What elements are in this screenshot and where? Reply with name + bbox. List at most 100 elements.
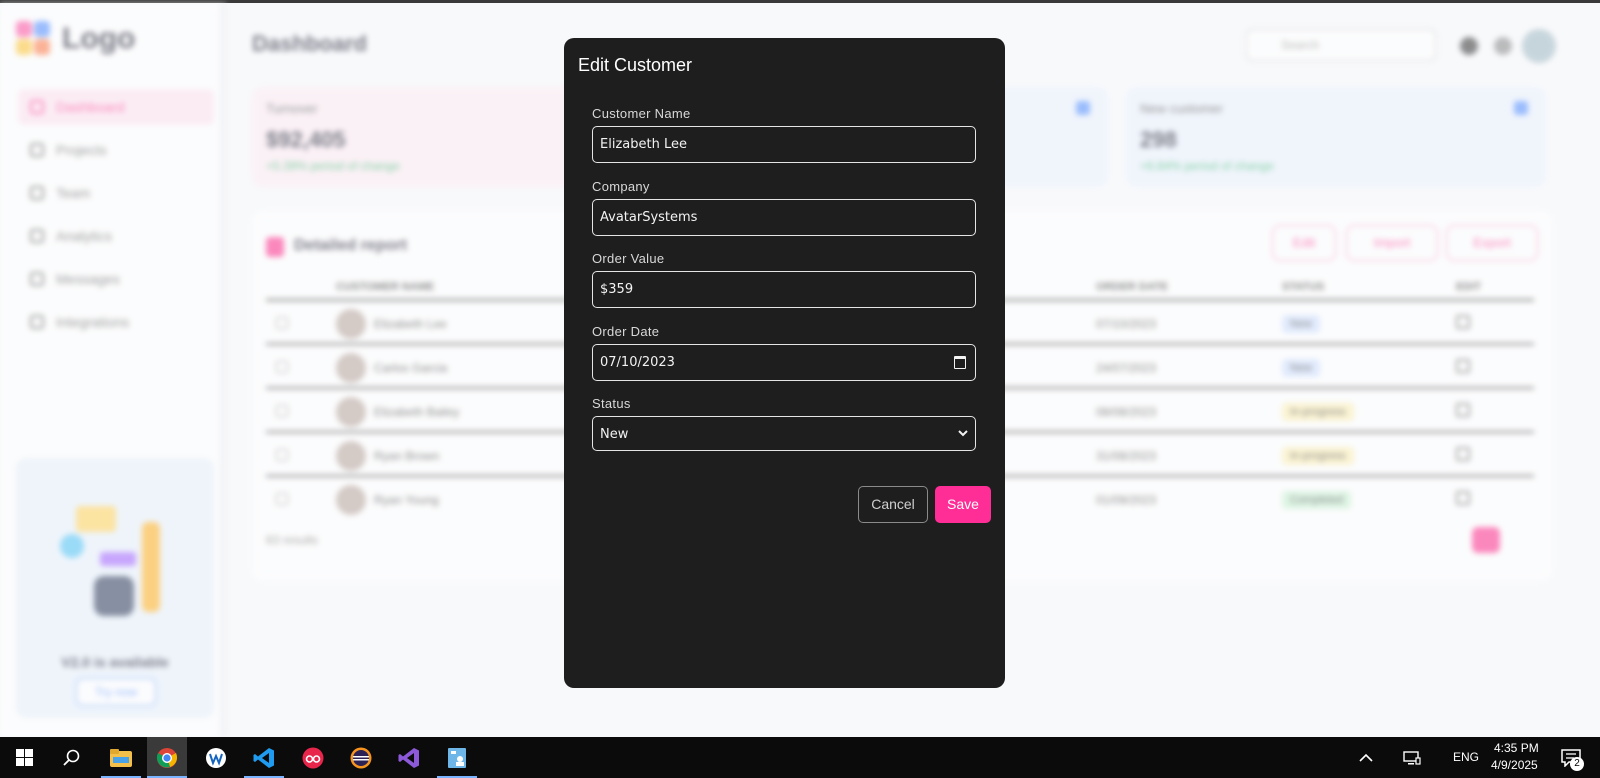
cancel-button[interactable]: Cancel bbox=[858, 486, 928, 523]
sidebar-item-messages[interactable]: Messages bbox=[18, 261, 214, 297]
stat-value: $92,405 bbox=[266, 127, 346, 152]
edit-button[interactable]: Edit bbox=[1272, 225, 1336, 261]
integrations-icon bbox=[30, 315, 44, 329]
dialog-title: Edit Customer bbox=[578, 55, 693, 75]
order-date: 01/09/2023 bbox=[1096, 493, 1157, 507]
edit-icon[interactable] bbox=[1456, 315, 1470, 329]
company-field[interactable]: AvatarSystems bbox=[592, 199, 976, 236]
sidebar-item-label: Projects bbox=[56, 142, 107, 158]
network-icon[interactable] bbox=[1392, 737, 1432, 778]
stat-value: 298 bbox=[1140, 127, 1177, 152]
sidebar-item-label: Dashboard bbox=[56, 99, 125, 115]
notification-center-icon[interactable] bbox=[1551, 737, 1591, 778]
chevron-up-icon[interactable] bbox=[1346, 737, 1386, 778]
sidebar-item-label: Analytics bbox=[56, 228, 113, 244]
avatar bbox=[336, 353, 366, 383]
edit-icon[interactable] bbox=[1456, 403, 1470, 417]
folder-icon bbox=[30, 143, 44, 157]
avatar[interactable] bbox=[1522, 29, 1556, 63]
message-icon bbox=[30, 272, 44, 286]
edit-customer-dialog: Edit Customer Customer Name Elizabeth Le… bbox=[564, 38, 1005, 688]
row-checkbox[interactable] bbox=[276, 317, 288, 329]
notification-icon[interactable] bbox=[1460, 37, 1478, 55]
language-indicator[interactable]: ENG bbox=[1453, 750, 1479, 764]
customer-name: Elizabeth Bailey bbox=[374, 405, 460, 419]
help-icon[interactable] bbox=[1494, 37, 1512, 55]
sidebar-item-label: Team bbox=[56, 185, 91, 201]
sidebar-item-label: Integrations bbox=[56, 314, 130, 330]
report-icon bbox=[266, 237, 284, 257]
status-select[interactable]: New bbox=[592, 416, 976, 451]
column-header: STATUS bbox=[1282, 281, 1325, 293]
stat-icon bbox=[1514, 101, 1528, 115]
calendar-icon[interactable] bbox=[954, 356, 966, 369]
customer-name-field[interactable]: Elizabeth Lee bbox=[592, 126, 976, 163]
upgrade-button[interactable]: Try now bbox=[76, 678, 156, 706]
search-icon[interactable] bbox=[52, 737, 92, 778]
stat-delta: +5.39% period of change bbox=[266, 159, 400, 173]
edit-icon[interactable] bbox=[1456, 447, 1470, 461]
column-header: ORDER DATE bbox=[1096, 281, 1168, 293]
save-button[interactable]: Save bbox=[935, 486, 991, 523]
edit-icon[interactable] bbox=[1456, 359, 1470, 373]
dashboard-icon bbox=[30, 100, 44, 114]
report-title: Detailed report bbox=[294, 237, 407, 254]
sidebar-item-analytics[interactable]: Analytics bbox=[18, 218, 214, 254]
column-header: EDIT bbox=[1456, 281, 1482, 293]
search-input[interactable]: Search bbox=[1246, 29, 1436, 61]
chrome-icon[interactable] bbox=[147, 737, 187, 778]
clock-date[interactable]: 4/9/2025 bbox=[1491, 758, 1538, 772]
stat-icon bbox=[1076, 101, 1090, 115]
sidebar-item-dashboard[interactable]: Dashboard bbox=[18, 89, 214, 125]
order-date-label: Order Date bbox=[592, 324, 660, 339]
page-title: Dashboard bbox=[252, 31, 367, 56]
pagination-current[interactable] bbox=[1472, 527, 1500, 553]
team-icon bbox=[30, 186, 44, 200]
column-header: CUSTOMER NAME bbox=[336, 281, 435, 293]
status-selected-value: New bbox=[600, 427, 629, 442]
status-badge: In-progress bbox=[1282, 447, 1354, 465]
status-badge: In-progress bbox=[1282, 403, 1354, 421]
order-date: 07/10/2023 bbox=[1096, 317, 1157, 331]
upgrade-illustration bbox=[60, 506, 160, 616]
customer-name: Carlos Garcia bbox=[374, 361, 448, 375]
order-date: 31/08/2023 bbox=[1096, 449, 1157, 463]
row-checkbox[interactable] bbox=[276, 449, 288, 461]
eclipse-icon[interactable] bbox=[341, 737, 381, 778]
edit-icon[interactable] bbox=[1456, 491, 1470, 505]
app-oo-icon[interactable] bbox=[293, 737, 333, 778]
row-checkbox[interactable] bbox=[276, 493, 288, 505]
logo-text: Logo bbox=[62, 22, 136, 55]
chevron-down-icon bbox=[958, 430, 968, 437]
order-value-label: Order Value bbox=[592, 251, 665, 266]
order-date: 24/07/2023 bbox=[1096, 361, 1157, 375]
import-button[interactable]: Import bbox=[1346, 225, 1438, 261]
order-date-field[interactable]: 07/10/2023 bbox=[592, 344, 976, 381]
visual-studio-icon[interactable] bbox=[389, 737, 429, 778]
stat-label: New customer bbox=[1140, 101, 1224, 116]
customer-name: Ryan Brown bbox=[374, 449, 440, 463]
clock-time[interactable]: 4:35 PM bbox=[1494, 741, 1539, 755]
app-w-icon[interactable] bbox=[196, 737, 236, 778]
windows-start-icon[interactable] bbox=[4, 737, 44, 778]
avatar bbox=[336, 485, 366, 515]
row-checkbox[interactable] bbox=[276, 361, 288, 373]
vscode-icon[interactable] bbox=[244, 737, 284, 778]
file-explorer-icon[interactable] bbox=[101, 737, 141, 778]
app-doc-icon[interactable] bbox=[437, 737, 477, 778]
order-date-value: 07/10/2023 bbox=[600, 355, 675, 370]
sidebar-item-team[interactable]: Team bbox=[18, 175, 214, 211]
export-button[interactable]: Export bbox=[1446, 225, 1538, 261]
status-badge: New bbox=[1282, 359, 1321, 377]
order-value-field[interactable]: $359 bbox=[592, 271, 976, 308]
sidebar-item-integrations[interactable]: Integrations bbox=[18, 304, 214, 340]
stat-delta: +6.84% period of change bbox=[1140, 159, 1274, 173]
sidebar-item-projects[interactable]: Projects bbox=[18, 132, 214, 168]
upgrade-title: V2.0 is available bbox=[61, 654, 169, 670]
status-badge: Completed bbox=[1282, 491, 1352, 509]
customer-name: Ryan Young bbox=[374, 493, 439, 507]
analytics-icon bbox=[30, 229, 44, 243]
taskbar: ENG 4:35 PM 4/9/2025 bbox=[0, 737, 1600, 778]
avatar bbox=[336, 309, 366, 339]
row-checkbox[interactable] bbox=[276, 405, 288, 417]
